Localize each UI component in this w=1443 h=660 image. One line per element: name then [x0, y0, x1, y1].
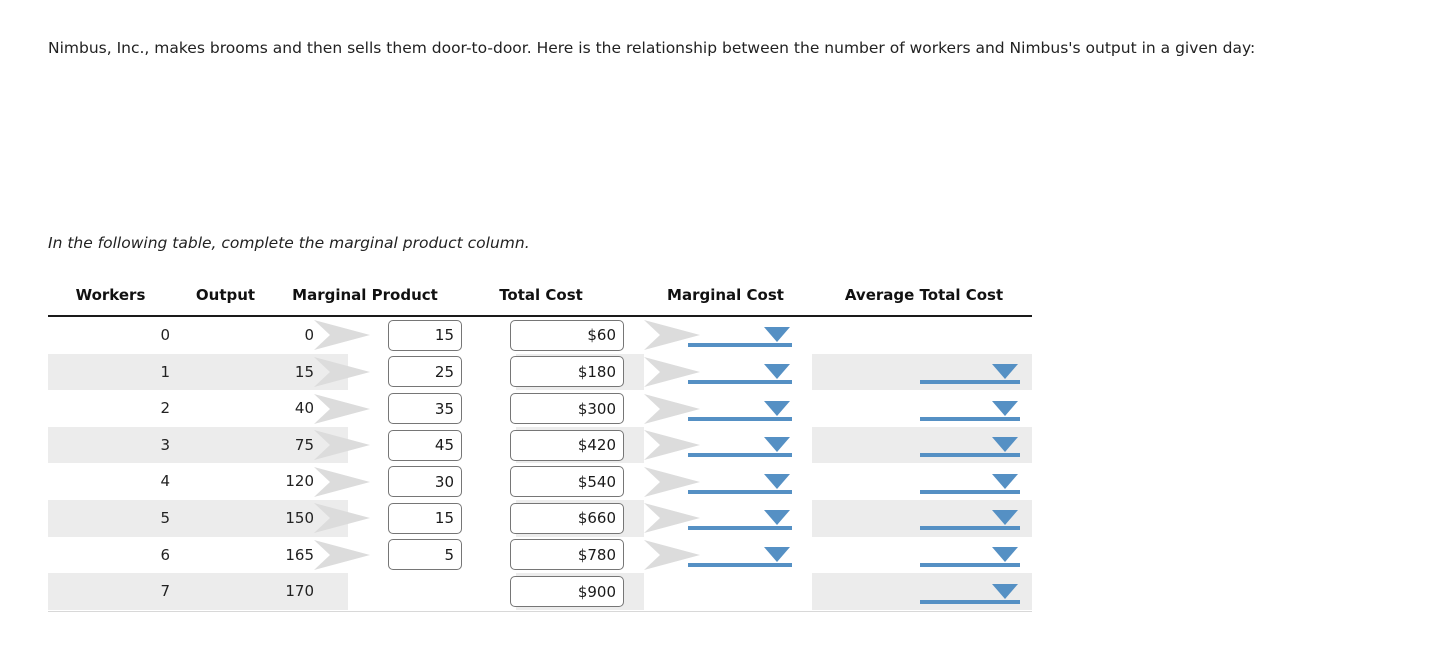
average-total-cost-dropdown[interactable] [920, 541, 1020, 567]
chevron-down-icon [992, 437, 1018, 453]
chevron-down-icon [992, 400, 1018, 416]
cell-workers: 1 [160, 362, 170, 381]
marginal-cost-dropdown[interactable] [688, 504, 792, 531]
marginal-cost-dropdown[interactable] [688, 468, 792, 494]
total-cost-input[interactable] [510, 576, 624, 607]
dropdown-underline [920, 416, 1020, 421]
dropdown-underline [688, 526, 792, 531]
cell-workers: 4 [160, 472, 170, 491]
total-cost-input[interactable] [510, 466, 624, 498]
marginal-product-input[interactable] [388, 539, 462, 571]
marginal-product-input[interactable] [388, 502, 462, 534]
table-header-row: Workers Output Marginal Product Total Co… [48, 278, 1032, 317]
marginal-product-input[interactable] [388, 393, 462, 424]
total-cost-input[interactable] [510, 319, 624, 351]
dropdown-underline [920, 562, 1020, 567]
column-header-output: Output [195, 286, 256, 304]
dropdown-underline [920, 526, 1020, 531]
task-instruction: In the following table, complete the mar… [48, 234, 530, 252]
chevron-down-icon [764, 437, 790, 453]
cell-output: 150 [285, 509, 314, 527]
cell-workers: 3 [160, 435, 170, 454]
cell-output: 120 [285, 472, 314, 491]
marginal-product-input[interactable] [388, 466, 462, 498]
cell-output: 165 [285, 545, 314, 564]
dropdown-underline [688, 416, 792, 421]
total-cost-input[interactable] [510, 429, 624, 461]
marginal-product-input[interactable] [388, 356, 462, 388]
column-header-workers: Workers [75, 286, 146, 304]
dropdown-underline [920, 453, 1020, 458]
total-cost-input[interactable] [510, 393, 624, 424]
dropdown-underline [688, 343, 792, 348]
total-cost-input[interactable] [510, 539, 624, 571]
dropdown-underline [688, 453, 792, 458]
cell-workers: 0 [160, 326, 170, 344]
marginal-cost-dropdown[interactable] [688, 541, 792, 567]
dropdown-underline [920, 379, 1020, 384]
cell-workers: 2 [160, 399, 170, 418]
chevron-down-icon [992, 363, 1018, 379]
column-header-average-total-cost: Average Total Cost [844, 286, 1004, 304]
average-total-cost-dropdown[interactable] [920, 578, 1020, 604]
marginal-cost-dropdown[interactable] [688, 395, 792, 421]
chevron-down-icon [992, 510, 1018, 526]
dropdown-underline [920, 599, 1020, 604]
column-header-total-cost: Total Cost [499, 286, 583, 304]
total-cost-input[interactable] [510, 356, 624, 388]
chevron-down-icon [764, 327, 790, 343]
chevron-down-icon [992, 546, 1018, 562]
dropdown-underline [688, 489, 792, 494]
dropdown-underline [688, 562, 792, 567]
cell-output: 170 [285, 582, 314, 601]
cell-output: 0 [304, 326, 314, 344]
intro-paragraph: Nimbus, Inc., makes brooms and then sell… [48, 39, 1256, 57]
cell-workers: 7 [160, 582, 170, 601]
cell-workers: 5 [160, 509, 170, 527]
column-header-marginal-cost: Marginal Cost [667, 286, 784, 304]
cell-output: 15 [294, 362, 314, 381]
average-total-cost-dropdown[interactable] [920, 504, 1020, 531]
chevron-down-icon [764, 546, 790, 562]
cell-output: 75 [294, 435, 314, 454]
marginal-cost-dropdown[interactable] [688, 321, 792, 348]
dropdown-underline [688, 379, 792, 384]
average-total-cost-dropdown[interactable] [920, 468, 1020, 494]
marginal-cost-dropdown[interactable] [688, 431, 792, 458]
chevron-down-icon [764, 400, 790, 416]
chevron-down-icon [992, 583, 1018, 599]
marginal-product-input[interactable] [388, 429, 462, 461]
chevron-down-icon [764, 473, 790, 489]
column-header-marginal-product: Marginal Product [292, 286, 438, 304]
total-cost-input[interactable] [510, 502, 624, 534]
average-total-cost-dropdown[interactable] [920, 395, 1020, 421]
chevron-down-icon [764, 510, 790, 526]
table-body: 0 0 1 15 2 40 3 75 4 120 5 150 6 165 7 170 [48, 317, 1032, 612]
average-total-cost-dropdown[interactable] [920, 431, 1020, 458]
marginal-cost-dropdown[interactable] [688, 358, 792, 384]
marginal-product-input[interactable] [388, 319, 462, 351]
cell-workers: 6 [160, 545, 170, 564]
chevron-down-icon [764, 363, 790, 379]
cell-output: 40 [294, 399, 314, 418]
dropdown-underline [920, 489, 1020, 494]
average-total-cost-dropdown[interactable] [920, 358, 1020, 384]
chevron-down-icon [992, 473, 1018, 489]
production-cost-table: Workers Output Marginal Product Total Co… [48, 278, 1032, 612]
